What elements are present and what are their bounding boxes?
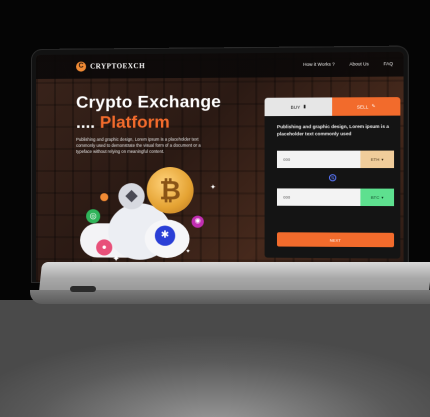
nav-link-about-us[interactable]: About Us [349, 61, 368, 66]
nav-link-faq[interactable]: FAQ [383, 61, 392, 66]
magenta-token-icon: ◉ [192, 216, 204, 228]
exchange-panel-title: Publishing and graphic design, Lorem ips… [277, 124, 390, 138]
green-token-icon: ◎ [86, 209, 100, 223]
orange-token-icon [100, 193, 108, 201]
bitcoin-coin-icon: ₿ [147, 167, 194, 214]
exchange-tabs: BUY ▮ SELL ✎ [265, 97, 401, 116]
hero-title-dots: .... [76, 113, 95, 132]
laptop-screen-bezel: C CRYPTOEXCH How it Works ? About Us FAQ… [32, 47, 408, 286]
ethereum-icon: ◆ [118, 183, 144, 209]
sell-tag-icon: ✎ [372, 103, 376, 109]
amount-input-to[interactable] [277, 188, 360, 206]
next-button[interactable]: NEXT [277, 232, 394, 247]
tab-buy-label: BUY [291, 104, 301, 109]
desk-surface [0, 300, 430, 417]
tab-buy[interactable]: BUY ▮ [265, 97, 333, 116]
swap-icon[interactable]: ⇅ [329, 174, 336, 181]
laptop-base-edge [30, 290, 430, 304]
chevron-down-icon: ▾ [381, 195, 383, 200]
tab-sell[interactable]: SELL ✎ [332, 97, 400, 116]
currency-select-from[interactable]: ETH ▾ [360, 151, 394, 168]
laptop-screen: C CRYPTOEXCH How it Works ? About Us FAQ… [36, 52, 404, 286]
nav-links: How it Works ? About Us FAQ [303, 61, 393, 67]
top-nav: C CRYPTOEXCH How it Works ? About Us FAQ [36, 52, 404, 79]
amount-field-to: BTC ▾ [277, 188, 394, 206]
sparkle-icon: ✦ [185, 248, 190, 255]
hero-title-accent: Platform [100, 112, 170, 131]
brand-logo[interactable]: C CRYPTOEXCH [76, 61, 145, 72]
laptop-port [70, 286, 96, 292]
chevron-down-icon: ▾ [381, 157, 383, 162]
currency-to-label: BTC [371, 195, 379, 200]
hero-description: Publishing and graphic design, Lorem ips… [76, 137, 206, 155]
buy-bag-icon: ▮ [303, 104, 306, 110]
blue-token-icon: ✱ [155, 226, 175, 246]
amount-field-from: ETH ▾ [277, 151, 394, 168]
hero-title-line-2: .... Platform [76, 112, 170, 132]
hero-title-line-1: Crypto Exchange [76, 92, 221, 113]
currency-select-to[interactable]: BTC ▾ [360, 189, 394, 207]
sparkle-icon: ✦ [210, 183, 216, 191]
amount-input-from[interactable] [277, 151, 360, 168]
currency-from-label: ETH [371, 157, 379, 162]
tab-sell-label: SELL [357, 104, 369, 109]
brand-name: CRYPTOEXCH [90, 62, 145, 70]
pink-token-icon: ● [96, 239, 112, 255]
exchange-panel: BUY ▮ SELL ✎ Publishing and graphic desi… [265, 97, 401, 258]
logo-coin-icon: C [76, 62, 86, 72]
nav-link-how-it-works[interactable]: How it Works ? [303, 62, 334, 67]
